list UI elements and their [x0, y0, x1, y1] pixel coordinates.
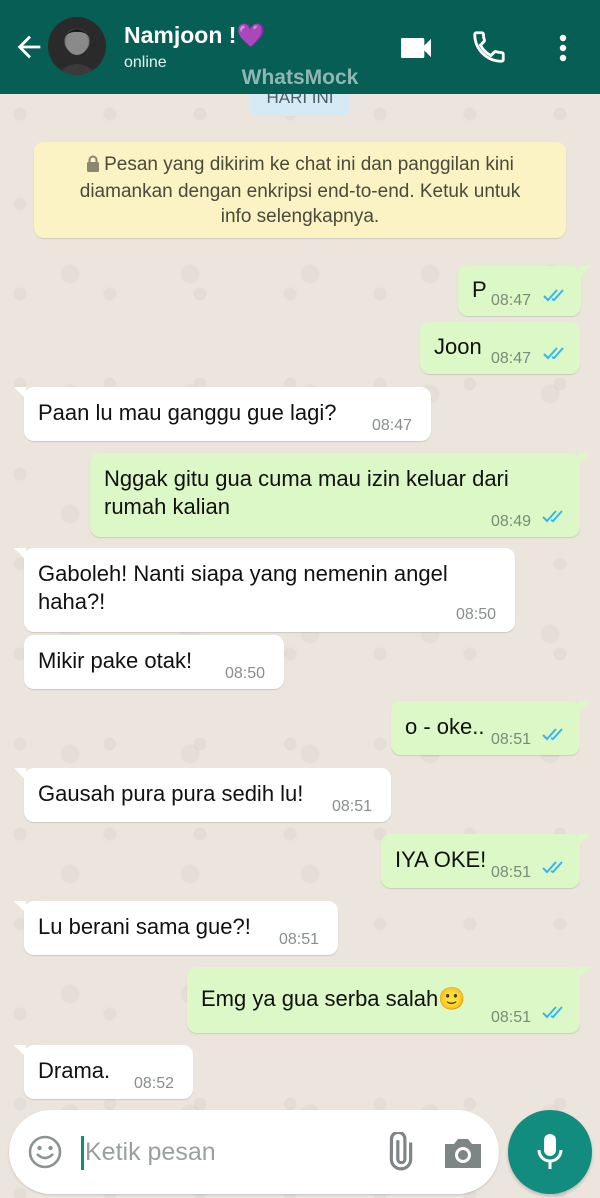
message-text: Emg ya gua serba salah🙂: [201, 986, 466, 1011]
message-composer: [9, 1110, 499, 1194]
read-ticks-icon: [542, 728, 563, 741]
contact-name[interactable]: Namjoon !💜: [124, 22, 265, 49]
more-options-icon[interactable]: [545, 28, 581, 68]
message-time: 08:47: [491, 292, 532, 309]
lock-icon: [86, 154, 100, 179]
read-ticks-icon: [543, 289, 564, 302]
message-text: o - oke..: [405, 714, 485, 739]
message-bubble-incoming[interactable]: Gausah pura pura sedih lu! 08:51: [14, 768, 391, 822]
microphone-icon: [537, 1134, 563, 1169]
message-bubble-incoming[interactable]: Lu berani sama gue?! 08:51: [14, 901, 338, 955]
message-text: Drama.: [38, 1058, 111, 1083]
message-time: 08:51: [279, 931, 320, 948]
message-time: 08:49: [491, 513, 532, 530]
camera-icon[interactable]: [441, 1134, 485, 1172]
message-bubble-outgoing[interactable]: P 08:47: [458, 266, 591, 316]
message-bubble-outgoing[interactable]: Emg ya gua serba salah🙂 08:51: [187, 967, 590, 1033]
message-bubble-incoming[interactable]: Gaboleh! Nanti siapa yang nemenin angel …: [14, 548, 515, 632]
encryption-notice-line3: info selengkapnya.: [220, 206, 380, 227]
message-time: 08:47: [372, 417, 413, 434]
message-input[interactable]: [75, 1130, 375, 1174]
microphone-button[interactable]: [508, 1110, 592, 1194]
back-arrow-icon[interactable]: [12, 30, 46, 64]
message-bubble-outgoing[interactable]: o - oke.. 08:51: [391, 701, 590, 755]
message-text: IYA OKE!: [395, 847, 487, 872]
message-bubble-outgoing[interactable]: Joon 08:47: [420, 322, 580, 374]
message-bubble-outgoing[interactable]: Nggak gitu gua cuma mau izin keluar dari…: [90, 453, 590, 537]
message-text-line1: Gaboleh! Nanti siapa yang nemenin angel: [38, 561, 448, 586]
message-time: 08:47: [491, 350, 532, 367]
read-ticks-icon: [543, 347, 564, 360]
watermark: WhatsMock: [241, 66, 359, 89]
message-time: 08:51: [332, 798, 373, 815]
message-time: 08:52: [134, 1075, 175, 1092]
message-text-line1: Nggak gitu gua cuma mau izin keluar dari: [104, 466, 509, 491]
message-text: Gausah pura pura sedih lu!: [38, 781, 304, 806]
encryption-notice[interactable]: Pesan yang dikirim ke chat ini dan pangg…: [34, 142, 566, 238]
message-text: Mikir pake otak!: [38, 648, 193, 673]
video-call-icon[interactable]: [396, 28, 436, 68]
encryption-notice-line2: diamankan dengan enkripsi end-to-end. Ke…: [79, 181, 521, 202]
read-ticks-icon: [542, 861, 563, 874]
message-time: 08:51: [491, 731, 532, 748]
message-bubble-outgoing[interactable]: IYA OKE! 08:51: [381, 834, 590, 888]
message-text: Paan lu mau ganggu gue lagi?: [38, 400, 337, 425]
message-text: P: [472, 277, 487, 302]
read-ticks-icon: [542, 1006, 563, 1019]
message-bubble-incoming[interactable]: Mikir pake otak! 08:50: [24, 635, 284, 689]
message-time: 08:51: [491, 1009, 532, 1026]
message-bubble-incoming[interactable]: Drama. 08:52: [14, 1045, 193, 1099]
message-time: 08:51: [491, 864, 532, 881]
message-time: 08:50: [456, 606, 497, 623]
message-text-line2: rumah kalian: [104, 494, 230, 519]
message-bubble-incoming[interactable]: Paan lu mau ganggu gue lagi? 08:47: [14, 387, 431, 441]
message-text-line2: haha?!: [38, 589, 106, 614]
paperclip-icon[interactable]: [379, 1130, 419, 1172]
voice-call-icon[interactable]: [470, 28, 510, 68]
emoji-icon[interactable]: [27, 1134, 63, 1170]
message-text: Lu berani sama gue?!: [38, 914, 251, 939]
read-ticks-icon: [542, 510, 563, 523]
message-time: 08:50: [225, 665, 266, 682]
encryption-notice-line1: Pesan yang dikirim ke chat ini dan pangg…: [34, 152, 566, 179]
message-text: Joon: [434, 334, 482, 359]
